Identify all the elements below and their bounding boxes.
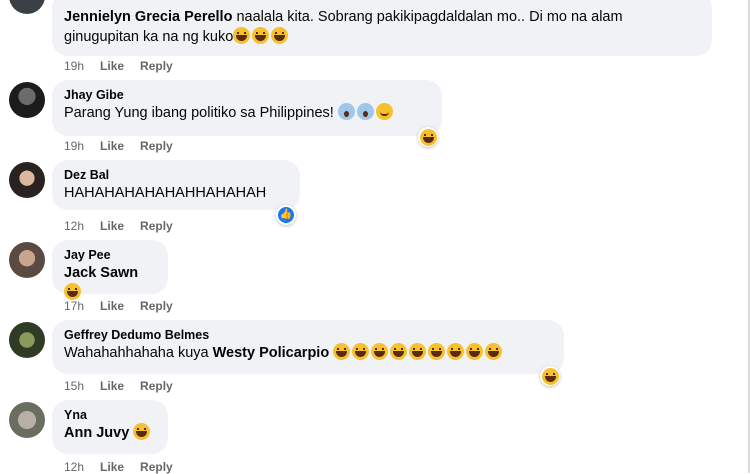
grinning-squint-icon	[271, 27, 289, 44]
like-button[interactable]: Like	[100, 299, 124, 313]
reply-button[interactable]: Reply	[140, 139, 173, 153]
smiling-face-icon	[375, 103, 393, 120]
reply-button[interactable]: Reply	[140, 219, 173, 233]
like-button[interactable]: Like	[100, 379, 124, 393]
reply-button[interactable]: Reply	[140, 299, 173, 313]
comment-time[interactable]: 19h	[64, 59, 84, 73]
like-button[interactable]: Like	[100, 139, 124, 153]
comment-text-row: Wahahahhahaha kuya Westy Policarpio	[64, 343, 552, 363]
comment-actions: 19h Like Reply	[64, 59, 189, 73]
beaming-face-icon	[352, 343, 370, 360]
comment-actions: 12h Like Reply	[64, 460, 189, 474]
comment-actions: 17h Like Reply	[64, 299, 189, 313]
comment-author[interactable]: Yna	[64, 407, 156, 423]
comment-bubble: Geffrey Dedumo Belmes Wahahahhahaha kuya…	[52, 320, 564, 374]
comment-author[interactable]: Jennielyn Grecia Perello	[64, 9, 232, 25]
grinning-squint-icon	[252, 27, 270, 44]
comment-bubble: Jennielyn Grecia Perello naalala kita. S…	[52, 0, 712, 56]
comment-actions: 12h Like Reply	[64, 219, 189, 233]
comment-bubble: Jay Pee Jack Sawn	[52, 240, 168, 300]
avatar[interactable]	[9, 242, 45, 278]
comment-author[interactable]: Geffrey Dedumo Belmes	[64, 327, 552, 343]
comment-bubble: Dez Bal HAHAHAHAHAHAHHAHAHAH	[52, 160, 300, 210]
grinning-squint-icon	[542, 368, 559, 385]
grinning-squint-icon	[420, 129, 437, 146]
avatar[interactable]	[9, 0, 45, 14]
beaming-face-icon	[371, 343, 389, 360]
comment-text-line1: naalala kita. Sobrang pakikipagdaldalan …	[236, 9, 623, 25]
avatar[interactable]	[9, 162, 45, 198]
comment-author[interactable]: Dez Bal	[64, 167, 288, 183]
like-button[interactable]: Like	[100, 59, 124, 73]
beaming-face-icon	[466, 343, 484, 360]
comment-text: Parang Yung ibang politiko sa Philippine…	[64, 105, 334, 121]
comment-text-row: Jack Sawn	[64, 263, 156, 303]
comment-bubble: Yna Ann Juvy	[52, 400, 168, 454]
screaming-face-icon	[337, 103, 355, 120]
beaming-face-icon	[428, 343, 446, 360]
grinning-squint-icon	[233, 27, 251, 44]
reply-button[interactable]: Reply	[140, 460, 173, 474]
comment-text-line2: ginugupitan ka na ng kuko	[64, 29, 234, 45]
fearful-face-icon	[356, 103, 374, 120]
laughing-reaction-icon[interactable]	[418, 127, 438, 147]
beaming-face-icon	[333, 343, 351, 360]
comment-text-line2-row: ginugupitan ka na ng kuko	[64, 27, 700, 47]
comment-author[interactable]: Jay Pee	[64, 247, 156, 263]
like-reaction-icon[interactable]: 👍	[276, 205, 296, 225]
comment-text-row: Ann Juvy	[64, 423, 156, 443]
comment-time[interactable]: 12h	[64, 219, 84, 233]
thumbs-up-icon: 👍	[278, 207, 294, 223]
beaming-face-icon	[447, 343, 465, 360]
beaming-face-icon	[409, 343, 427, 360]
grinning-squint-icon	[64, 283, 81, 300]
laughing-reaction-icon[interactable]	[540, 366, 560, 386]
beaming-face-icon	[485, 343, 503, 360]
avatar[interactable]	[9, 402, 45, 438]
comment-text: HAHAHAHAHAHAHHAHAHAH	[64, 185, 267, 201]
comment-time[interactable]: 19h	[64, 139, 84, 153]
reply-button[interactable]: Reply	[140, 379, 173, 393]
comment-author[interactable]: Jhay Gibe	[64, 87, 430, 103]
mention-link[interactable]: Ann Juvy	[64, 425, 129, 441]
comment-text: Wahahahhahaha kuya	[64, 345, 209, 361]
avatar[interactable]	[9, 322, 45, 358]
comment-actions: 19h Like Reply	[64, 139, 189, 153]
comment-time[interactable]: 17h	[64, 299, 84, 313]
comment-bubble: Jhay Gibe Parang Yung ibang politiko sa …	[52, 80, 442, 136]
mention-link[interactable]: Westy Policarpio	[213, 345, 330, 361]
comment-time[interactable]: 15h	[64, 379, 84, 393]
like-button[interactable]: Like	[100, 460, 124, 474]
comment-text: Jennielyn Grecia Perello naalala kita. S…	[64, 7, 700, 27]
comment-time[interactable]: 12h	[64, 460, 84, 474]
mention-link[interactable]: Jack Sawn	[64, 265, 138, 281]
avatar[interactable]	[9, 82, 45, 118]
comment-actions: 15h Like Reply	[64, 379, 189, 393]
comment-text-row: Parang Yung ibang politiko sa Philippine…	[64, 103, 430, 123]
like-button[interactable]: Like	[100, 219, 124, 233]
grinning-squint-icon	[133, 423, 151, 440]
beaming-face-icon	[390, 343, 408, 360]
reply-button[interactable]: Reply	[140, 59, 173, 73]
